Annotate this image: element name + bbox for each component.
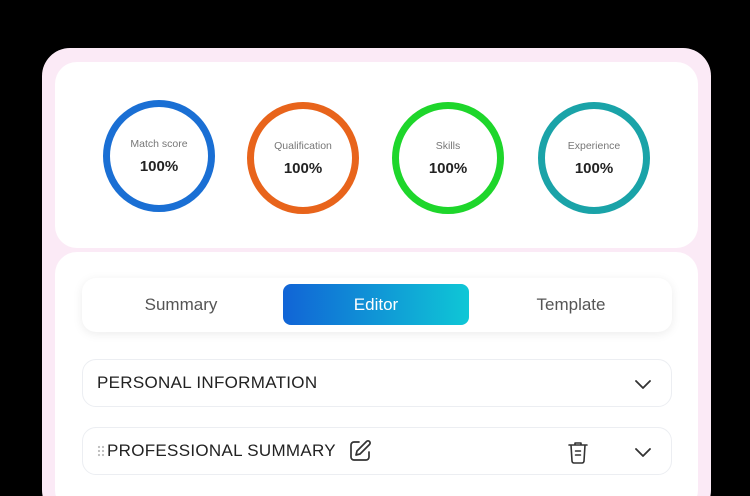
tab-bar: Summary Editor Template	[82, 278, 672, 332]
section-title: PROFESSIONAL SUMMARY	[107, 441, 336, 460]
section-title: PERSONAL INFORMATION	[97, 373, 318, 392]
trash-icon[interactable]	[567, 440, 589, 464]
tab-summary[interactable]: Summary	[88, 284, 274, 325]
chevron-down-icon[interactable]	[633, 374, 653, 394]
drag-handle-icon[interactable]	[97, 445, 105, 457]
chevron-down-icon[interactable]	[633, 442, 653, 462]
section-professional-summary[interactable]: PROFESSIONAL SUMMARY	[82, 427, 672, 475]
section-personal-information[interactable]: PERSONAL INFORMATION	[82, 359, 672, 407]
skills-label: Skills	[435, 139, 461, 152]
match-score-value: 100%	[139, 157, 179, 175]
qualification-ring: Qualification 100%	[247, 102, 359, 214]
skills-ring: Skills 100%	[392, 102, 504, 214]
skills-value: 100%	[428, 159, 468, 177]
experience-label: Experience	[567, 139, 621, 152]
tab-template[interactable]: Template	[478, 284, 664, 325]
tab-editor[interactable]: Editor	[283, 284, 469, 325]
edit-icon[interactable]	[348, 439, 372, 463]
qualification-value: 100%	[283, 159, 323, 177]
qualification-label: Qualification	[274, 139, 332, 152]
experience-ring: Experience 100%	[538, 102, 650, 214]
experience-value: 100%	[574, 159, 614, 177]
match-score-ring: Match score 100%	[103, 100, 215, 212]
match-score-label: Match score	[130, 137, 188, 150]
